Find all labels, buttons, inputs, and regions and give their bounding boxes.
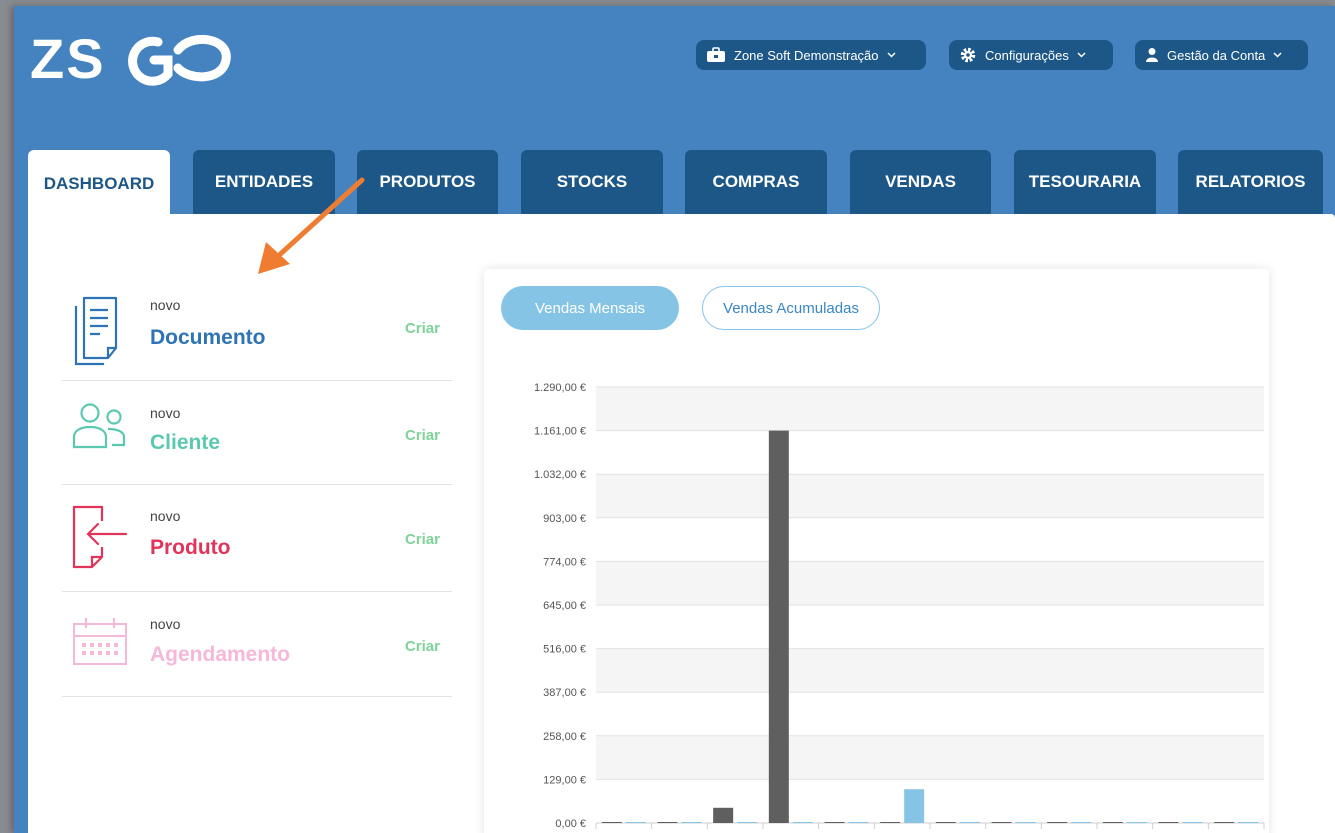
bar <box>1102 822 1123 823</box>
grid-band <box>596 648 1264 693</box>
bar <box>1047 822 1068 823</box>
y-tick-label: 645,00 € <box>543 600 586 612</box>
user-icon <box>1145 47 1159 63</box>
y-tick-label: 903,00 € <box>543 513 586 525</box>
bar <box>1015 822 1036 823</box>
bar <box>935 822 956 823</box>
bar <box>1238 822 1259 823</box>
chevron-down-icon <box>1273 52 1282 58</box>
company-menu[interactable]: Zone Soft Demonstração <box>696 40 926 70</box>
grid-band <box>596 735 1264 780</box>
svg-text:ZS: ZS <box>30 28 106 88</box>
quick-action-title: Cliente <box>150 431 221 454</box>
y-tick-label: 258,00 € <box>543 731 586 743</box>
y-tick-label: 774,00 € <box>543 556 586 568</box>
criar-link[interactable]: Criar <box>405 320 440 337</box>
bar <box>991 822 1012 823</box>
bar <box>1158 822 1179 823</box>
criar-link[interactable]: Criar <box>405 427 440 444</box>
bar <box>1126 822 1147 823</box>
app-window: ZS Zone Soft Demonstração Configurações … <box>14 6 1335 833</box>
company-menu-label: Zone Soft Demonstração <box>734 47 879 63</box>
settings-menu-label: Configurações <box>985 47 1069 63</box>
document-icon <box>70 296 126 371</box>
y-tick-label: 1.290,00 € <box>534 382 586 394</box>
tab-dashboard[interactable]: DASHBOARD <box>28 150 170 218</box>
bar <box>792 822 813 823</box>
account-menu-label: Gestão da Conta <box>1167 47 1266 63</box>
bar <box>1071 822 1092 823</box>
bar <box>657 822 678 823</box>
bar <box>1214 822 1235 823</box>
tab-relatorios[interactable]: RELATORIOS <box>1178 150 1323 214</box>
bar <box>824 822 845 823</box>
criar-link[interactable]: Criar <box>405 531 440 548</box>
bar <box>848 822 869 823</box>
tab-vendas[interactable]: VENDAS <box>850 150 991 214</box>
quick-action-title: Produto <box>150 536 231 559</box>
quick-action-title: Documento <box>150 326 266 349</box>
chevron-down-icon <box>1077 52 1086 58</box>
tab-compras[interactable]: COMPRAS <box>685 150 827 214</box>
quick-action-cliente[interactable]: novo Cliente Criar <box>62 381 452 485</box>
bar <box>768 430 789 823</box>
tab-stocks[interactable]: STOCKS <box>521 150 663 214</box>
calendar-icon <box>70 616 130 675</box>
bar <box>625 822 646 823</box>
bar <box>1182 822 1203 823</box>
quick-action-agendamento[interactable]: novo Agendamento Criar <box>62 592 452 697</box>
quick-action-produto[interactable]: novo Produto Criar <box>62 485 452 592</box>
grid-band <box>596 474 1264 518</box>
criar-link[interactable]: Criar <box>405 638 440 655</box>
bar <box>959 822 980 823</box>
settings-menu[interactable]: Configurações <box>949 40 1113 70</box>
quick-action-small-label: novo <box>150 405 181 421</box>
bar <box>681 822 702 823</box>
gear-icon <box>959 46 977 64</box>
tab-tesouraria[interactable]: TESOURARIA <box>1014 150 1156 214</box>
y-tick-label: 1.032,00 € <box>534 469 586 481</box>
quick-action-small-label: novo <box>150 616 181 632</box>
pointer-arrow-icon <box>258 177 365 274</box>
bar <box>737 822 758 823</box>
bar <box>880 822 901 823</box>
sales-bar-chart: 0,00 € 129,00 € 258,00 € 387,00 € 516,00 € 64… <box>534 382 1265 830</box>
y-tick-label: 0,00 € <box>555 818 586 830</box>
briefcase-icon <box>706 47 726 63</box>
tab-produtos[interactable]: PRODUTOS <box>357 150 498 214</box>
y-tick-label: 129,00 € <box>543 774 586 786</box>
zs-go-logo[interactable]: ZS <box>30 27 240 93</box>
dashboard-panel: novo Documento Criar novo Cliente Criar <box>28 214 1335 833</box>
quick-action-small-label: novo <box>150 297 181 313</box>
y-tick-label: 387,00 € <box>543 687 586 699</box>
bar <box>601 822 622 823</box>
grid-band <box>596 561 1264 605</box>
account-menu[interactable]: Gestão da Conta <box>1135 40 1308 70</box>
clients-icon <box>70 401 130 456</box>
y-tick-label: 516,00 € <box>543 644 586 656</box>
quick-action-title: Agendamento <box>150 643 291 666</box>
y-tick-label: 1.161,00 € <box>534 426 586 438</box>
product-import-icon <box>70 503 130 578</box>
sales-chart-card: Vendas Mensais Vendas Acumuladas 0,00 €1… <box>484 269 1269 833</box>
bar <box>713 807 734 823</box>
bar <box>904 789 925 823</box>
quick-action-small-label: novo <box>150 508 181 524</box>
chevron-down-icon <box>887 52 896 58</box>
grid-band <box>596 387 1264 431</box>
